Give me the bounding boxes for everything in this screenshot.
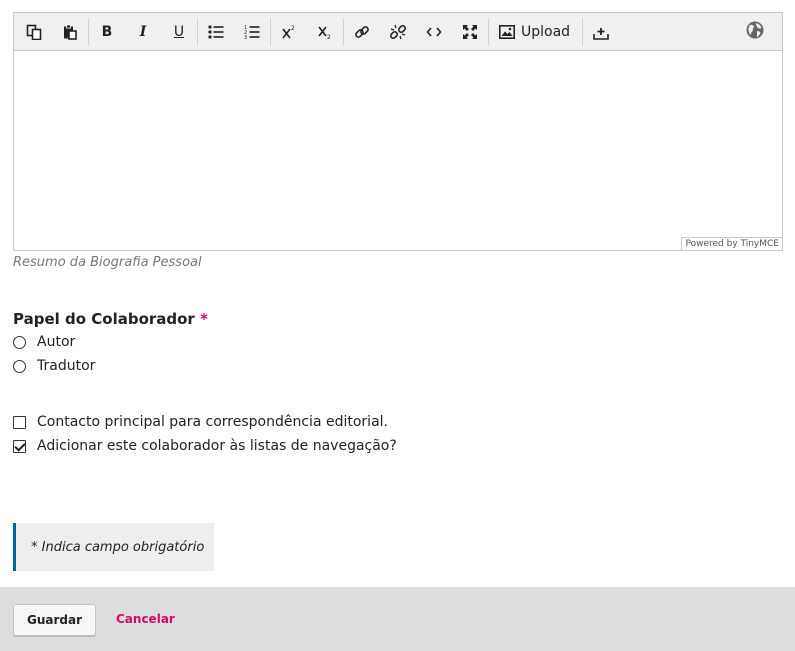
powered-by-tinymce[interactable]: Powered by TinyMCE	[681, 237, 782, 250]
svg-text:2: 2	[291, 25, 295, 32]
required-fields-notice: * Indica campo obrigatório	[13, 523, 214, 571]
upload-image-button[interactable]: Upload	[489, 14, 582, 50]
browse-list-checkbox[interactable]	[13, 439, 26, 453]
author-radio[interactable]	[13, 335, 26, 349]
required-mark: *	[200, 310, 208, 328]
numbered-list-icon: 123	[244, 25, 260, 40]
subscript-button[interactable]: 2	[307, 14, 343, 50]
contributor-role-heading: Papel do Colaborador *	[13, 310, 208, 328]
insert-icon	[593, 27, 609, 40]
link-icon	[355, 25, 369, 38]
bold-button[interactable]: B	[89, 14, 125, 50]
role-option-author[interactable]: Autor	[13, 334, 75, 350]
italic-icon: I	[139, 23, 147, 40]
svg-text:2: 2	[327, 34, 331, 40]
bullet-list-icon	[208, 24, 224, 39]
role-option-translator[interactable]: Tradutor	[13, 358, 95, 374]
required-notice-text: * Indica campo obrigatório	[31, 539, 205, 555]
editor-toolbar: B I U 123 2 2 Upload	[14, 13, 782, 51]
bullet-list-button[interactable]	[198, 14, 234, 50]
globe-icon[interactable]	[746, 21, 764, 39]
rich-text-editor: B I U 123 2 2 Upload Powered by TinyMCE	[13, 12, 783, 251]
image-icon	[499, 24, 515, 39]
translator-radio[interactable]	[13, 359, 26, 373]
insert-content-button[interactable]	[583, 14, 619, 50]
role-option-label: Autor	[37, 334, 76, 350]
unlink-button[interactable]	[380, 14, 416, 50]
copy-button[interactable]	[16, 14, 52, 50]
numbered-list-button[interactable]: 123	[234, 14, 270, 50]
bold-icon: B	[101, 23, 113, 40]
superscript-icon: 2	[282, 25, 295, 38]
underline-icon: U	[173, 23, 185, 40]
code-icon	[426, 26, 442, 37]
italic-button[interactable]: I	[125, 14, 161, 50]
cancel-link[interactable]: Cancelar	[116, 612, 175, 626]
primary-contact-checkbox[interactable]	[13, 415, 26, 429]
subscript-icon: 2	[318, 26, 331, 40]
svg-text:3: 3	[244, 35, 247, 40]
copy-icon	[26, 24, 42, 40]
role-title-text: Papel do Colaborador	[13, 310, 195, 328]
superscript-button[interactable]: 2	[271, 14, 307, 50]
unlink-icon	[390, 24, 406, 39]
editor-content-area[interactable]: Powered by TinyMCE	[14, 51, 782, 250]
save-button[interactable]: Guardar	[13, 604, 96, 636]
source-code-button[interactable]	[416, 14, 452, 50]
checkbox-label: Adicionar este colaborador às listas de …	[37, 438, 397, 454]
role-option-label: Tradutor	[37, 358, 96, 374]
browse-list-option[interactable]: Adicionar este colaborador às listas de …	[13, 438, 397, 454]
form-footer: Guardar Cancelar	[0, 587, 795, 651]
checkbox-label: Contacto principal para correspondência …	[37, 414, 388, 430]
upload-label: Upload	[521, 23, 571, 40]
link-button[interactable]	[344, 14, 380, 50]
paste-icon	[64, 24, 77, 40]
fullscreen-button[interactable]	[452, 14, 488, 50]
bio-field-description: Resumo da Biografia Pessoal	[13, 255, 202, 270]
primary-contact-option[interactable]: Contacto principal para correspondência …	[13, 414, 388, 430]
underline-button[interactable]: U	[161, 14, 197, 50]
fullscreen-icon	[463, 24, 477, 39]
paste-button[interactable]	[52, 14, 88, 50]
